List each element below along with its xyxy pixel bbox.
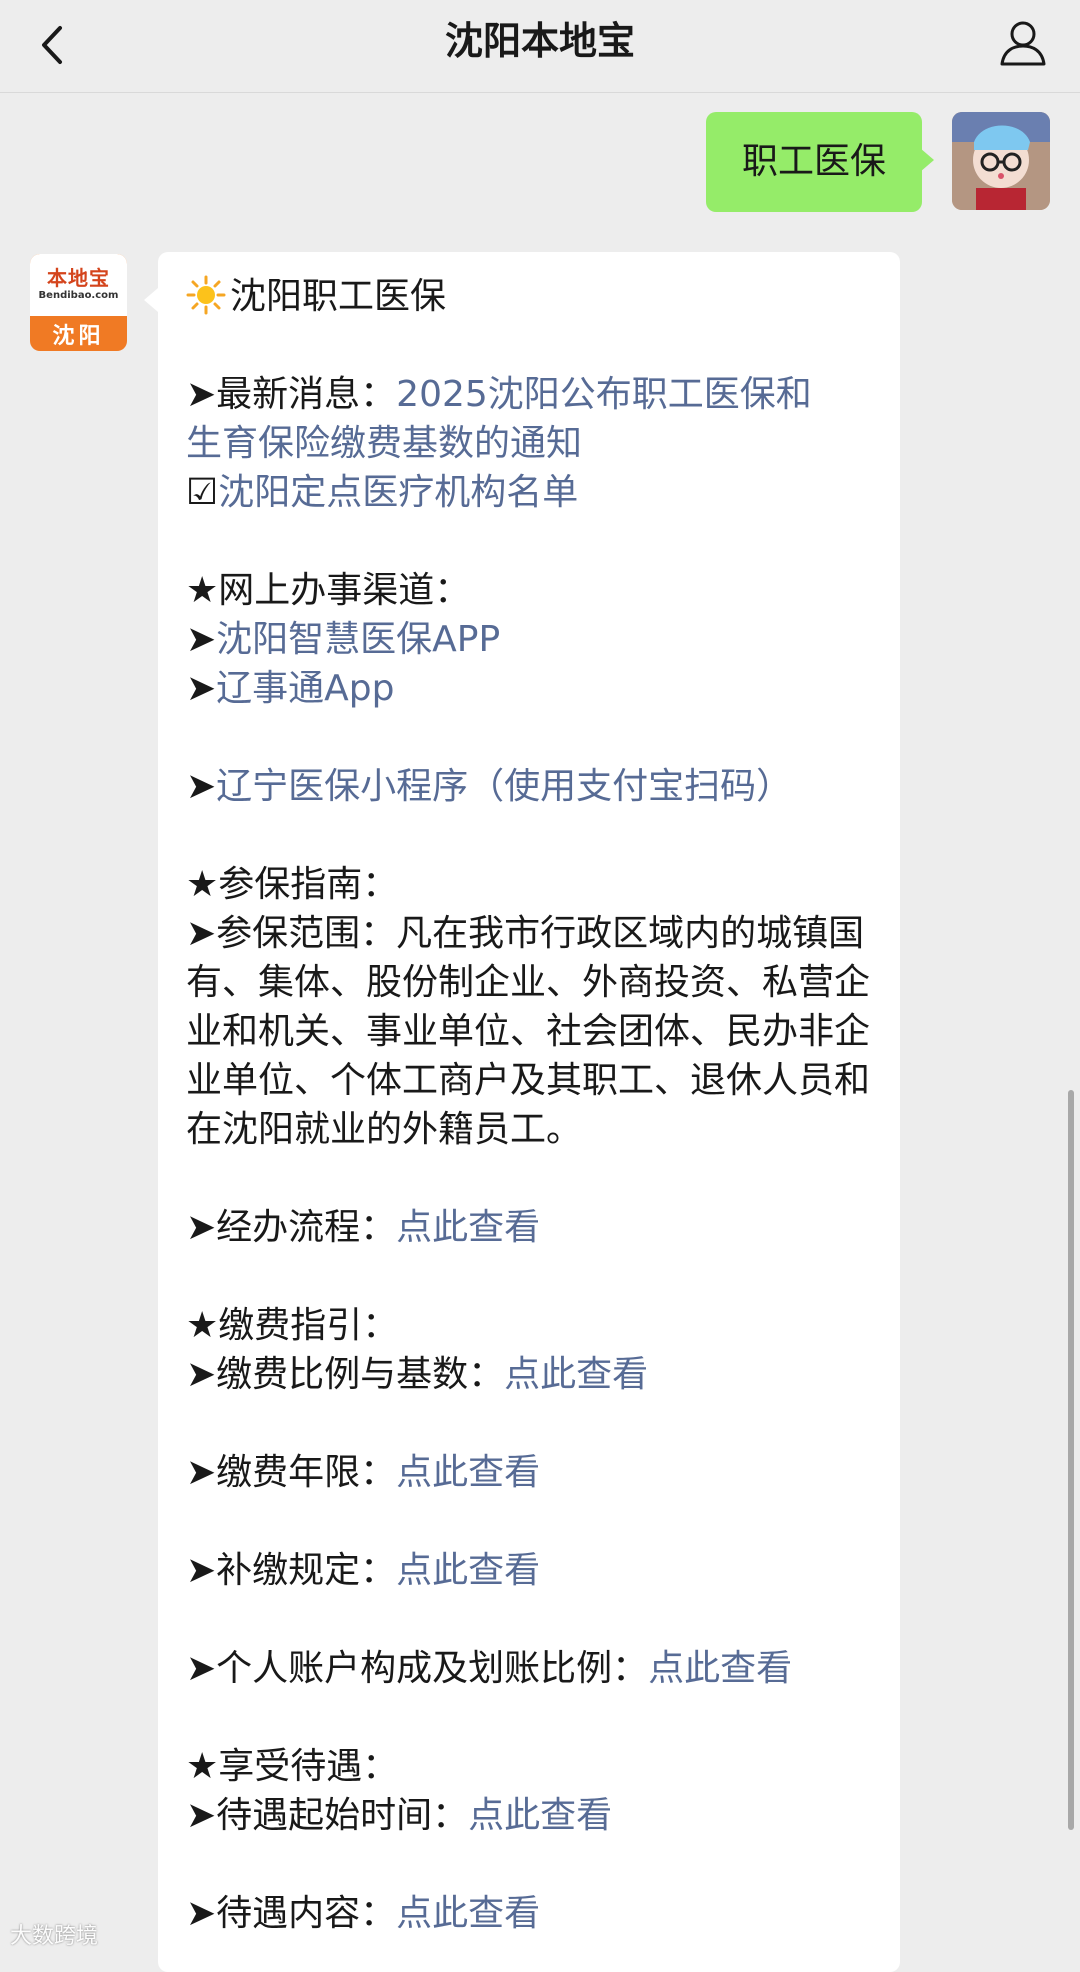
news-link-continued[interactable]: 生育保险缴费基数的通知 [186, 423, 582, 464]
official-account-avatar[interactable]: 本地宝 Bendibao.com 沈阳 [30, 254, 127, 351]
user-profile-icon [1000, 21, 1046, 66]
start-view-link[interactable]: 点此查看 [468, 1795, 612, 1836]
avatar-city-text: 沈阳 [52, 324, 105, 349]
message-heading: 沈阳职工医保 [230, 276, 447, 317]
news-prefix: ➤最新消息： [186, 374, 397, 415]
ratio-line: ➤缴费比例与基数：点此查看 [186, 1350, 886, 1399]
ratio-view-link[interactable]: 点此查看 [504, 1354, 648, 1395]
checkbox-icon: ☑ [186, 472, 219, 513]
years-view-link[interactable]: 点此查看 [396, 1452, 540, 1493]
account-prefix: ➤个人账户构成及划账比例： [186, 1648, 649, 1689]
chat-header: 沈阳本地宝 [0, 0, 1080, 93]
process-line: ➤经办流程：点此查看 [186, 1203, 886, 1252]
payment-heading: ★缴费指引： [186, 1305, 399, 1346]
start-prefix: ➤待遇起始时间： [186, 1795, 469, 1836]
arrow-icon: ➤ [186, 619, 217, 660]
scope-paragraph: ➤参保范围：凡在我市行政区域内的城镇国有、集体、股份制企业、外商投资、私营企业和… [186, 913, 871, 1150]
scrollbar[interactable] [1068, 1090, 1074, 1830]
process-view-link[interactable]: 点此查看 [396, 1207, 540, 1248]
content-view-link[interactable]: 点此查看 [396, 1893, 540, 1934]
supplement-line: ➤补缴规定：点此查看 [186, 1546, 886, 1595]
arrow-icon: ➤ [186, 668, 217, 709]
benefit-heading: ★享受待遇： [186, 1746, 399, 1787]
account-line: ➤个人账户构成及划账比例：点此查看 [186, 1644, 886, 1693]
arrow-icon: ➤ [186, 766, 217, 807]
start-line: ➤待遇起始时间：点此查看 [186, 1791, 886, 1840]
channel-link-miniprogram[interactable]: 辽宁医保小程序（使用支付宝扫码） [216, 766, 792, 807]
user-avatar[interactable] [952, 112, 1050, 210]
bot-message-bubble: 沈阳职工医保 ➤最新消息：2025沈阳公布职工医保和 生育保险缴费基数的通知 ☑… [158, 252, 900, 1972]
avatar-image [952, 112, 1050, 210]
bot-bubble-tail [144, 288, 158, 312]
message-content: 沈阳职工医保 ➤最新消息：2025沈阳公布职工医保和 生育保险缴费基数的通知 ☑… [186, 272, 886, 1938]
guide-heading: ★参保指南： [186, 864, 399, 905]
process-prefix: ➤经办流程： [186, 1207, 397, 1248]
message-heading-line: 沈阳职工医保 [186, 272, 886, 321]
avatar-brand-text: 本地宝 [47, 266, 110, 290]
hospitals-link[interactable]: 沈阳定点医疗机构名单 [218, 472, 578, 513]
content-line: ➤待遇内容：点此查看 [186, 1889, 886, 1938]
sun-icon [186, 275, 226, 315]
user-message-bubble: 职工医保 [706, 112, 922, 212]
chat-title: 沈阳本地宝 [444, 19, 635, 63]
years-prefix: ➤缴费年限： [186, 1452, 397, 1493]
channel-link-liaoshitong[interactable]: 辽事通App [216, 668, 394, 709]
online-heading: ★网上办事渠道： [186, 570, 471, 611]
user-bubble-tail [920, 148, 934, 172]
avatar-brand-subtext: Bendibao.com [38, 290, 119, 301]
content-prefix: ➤待遇内容： [186, 1893, 397, 1934]
ratio-prefix: ➤缴费比例与基数： [186, 1354, 505, 1395]
years-line: ➤缴费年限：点此查看 [186, 1448, 886, 1497]
supplement-prefix: ➤补缴规定： [186, 1550, 397, 1591]
supplement-view-link[interactable]: 点此查看 [396, 1550, 540, 1591]
account-view-link[interactable]: 点此查看 [648, 1648, 792, 1689]
watermark: 大数跨境 [10, 1924, 99, 1949]
hospitals-line: ☑沈阳定点医疗机构名单 [186, 468, 886, 517]
profile-button[interactable] [996, 16, 1050, 70]
news-link[interactable]: 2025沈阳公布职工医保和 [396, 374, 812, 415]
channel-link-app[interactable]: 沈阳智慧医保APP [216, 619, 500, 660]
news-line: ➤最新消息：2025沈阳公布职工医保和 [186, 370, 886, 419]
